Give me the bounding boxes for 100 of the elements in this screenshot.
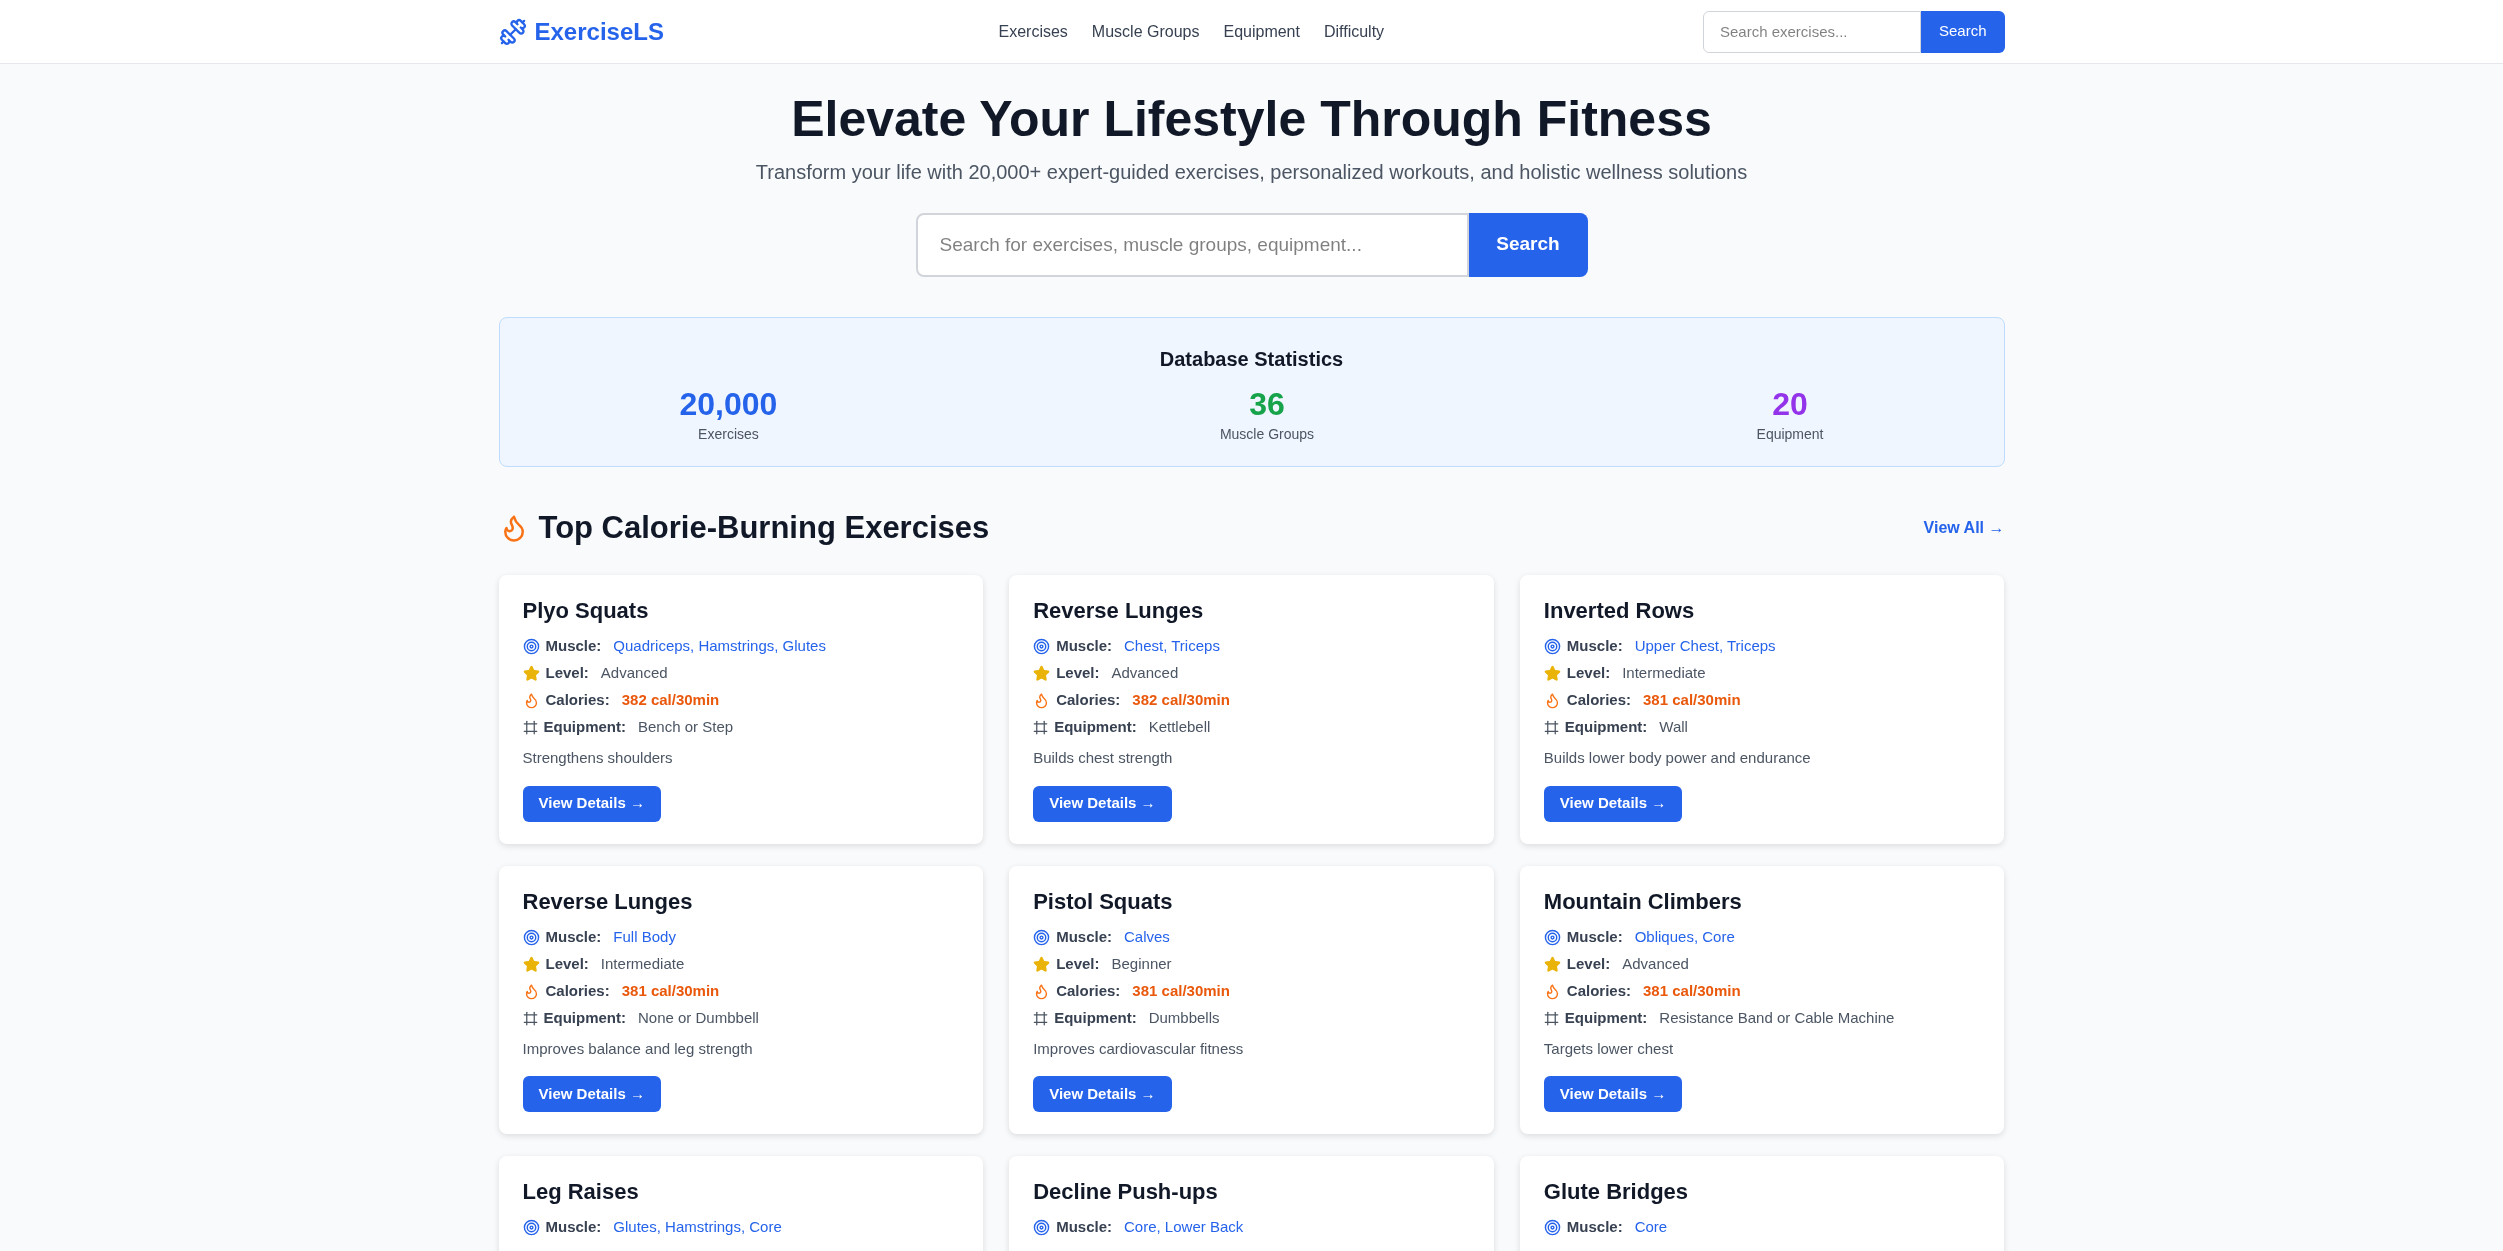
exercise-title: Inverted Rows [1543,597,1696,625]
star-icon [1543,955,1561,973]
stat-value: 20 [1772,384,1808,424]
field-value: Advanced [600,663,668,684]
field-label: Muscle: [1566,926,1623,947]
field-label: Level: [1566,663,1611,684]
nav-link[interactable]: Difficulty [1323,19,1385,44]
target-icon [522,638,540,655]
search-field[interactable]: Search exercises... [1702,10,1921,53]
hero-subtitle: Transform your life with 20,000+ expert-guided exercises, personalized workouts, and holistic wellness solutions [755,159,1748,185]
field-label: Level: [1566,953,1611,974]
search-button[interactable]: Search [1920,10,2005,53]
field-value: Core, Lower Back [1124,1217,1244,1238]
nav-link[interactable]: Exercises [998,19,1068,44]
exercise-title: Reverse Lunges [522,887,694,916]
field-label: Level: [545,953,589,974]
field-value: 381 cal/30min [621,980,720,1001]
exercise-title: Mountain Climbers [1543,887,1743,916]
stat-label: Muscle Groups [1219,424,1315,444]
hero-title: Elevate Your Lifestyle Through Fitness [791,90,1712,149]
exercise-title: Pistol Squats [1033,887,1174,916]
exercise-title: Reverse Lunges [1033,597,1205,625]
field-value: 381 cal/30min [1643,980,1741,1001]
exercise-title: Leg Raises [522,1178,640,1206]
field-value: 381 cal/30min [1643,690,1741,711]
exercise-description: Improves cardiovascular fitness [1033,1038,1245,1059]
field-label: Equipment: [543,717,626,738]
target-icon [1543,638,1561,655]
field-label: Calories: [545,980,610,1001]
nav-link[interactable]: Muscle Groups [1091,19,1200,44]
search-field[interactable]: Search for exercises, muscle groups, equipment... [915,212,1469,277]
dumbbell-icon [498,17,527,46]
field-value: Dumbbells [1148,1007,1220,1028]
field-value: 382 cal/30min [1132,690,1230,711]
field-label: Level: [1056,953,1100,974]
stat-value: 36 [1249,384,1285,424]
field-value: 381 cal/30min [1132,980,1230,1001]
stat-label: Exercises [698,424,759,444]
field-label: Equipment: [1054,1007,1137,1028]
frame-icon [522,1010,538,1026]
field-value: None or Dumbbell [638,1007,759,1028]
star-icon [522,665,540,682]
star-icon [1543,665,1561,682]
view-details-button[interactable]: View Details → [1033,785,1172,822]
field-value: Quadriceps, Hamstrings, Glutes [613,636,826,657]
view-details-button[interactable]: View Details → [522,785,661,822]
view-details-button[interactable]: View Details → [1543,785,1683,822]
exercise-title: Plyo Squats [522,597,650,625]
field-label: Level: [1056,663,1100,684]
field-value: Advanced [1111,663,1179,684]
brand-logo[interactable]: ExerciseLS [534,13,664,50]
field-value: Upper Chest, Triceps [1634,636,1776,657]
field-label: Muscle: [545,926,602,947]
field-value: Core [1634,1217,1668,1238]
view-all-link[interactable]: View All → [1923,515,2005,540]
target-icon [1543,1219,1561,1236]
field-value: Glutes, Hamstrings, Core [613,1217,782,1238]
field-label: Calories: [1566,690,1632,711]
field-label: Muscle: [545,1217,602,1238]
stat-value: 20,000 [679,384,778,424]
field-label: Equipment: [543,1007,626,1028]
star-icon [1033,955,1051,973]
field-label: Muscle: [1056,636,1112,657]
field-label: Equipment: [1564,717,1648,738]
field-value: Beginner [1111,953,1172,974]
field-value: Obliques, Core [1634,926,1735,947]
search-button[interactable]: Search [1468,212,1588,277]
field-label: Calories: [1056,980,1121,1001]
stats-title: Database Statistics [1158,346,1345,372]
stat-label: Equipment [1756,424,1824,444]
view-details-button[interactable]: View Details → [522,1076,661,1112]
target-icon [522,1219,540,1236]
star-icon [1033,665,1051,682]
section-title: Top Calorie-Burning Exercises [538,508,990,547]
field-value: Advanced [1622,953,1689,974]
field-value: Bench or Step [638,717,734,738]
field-value: 382 cal/30min [621,690,720,711]
exercise-title: Glute Bridges [1543,1178,1690,1206]
view-details-button[interactable]: View Details → [1543,1076,1683,1112]
field-value: Chest, Triceps [1124,636,1220,657]
field-value: Calves [1124,926,1170,947]
view-details-button[interactable]: View Details → [1033,1076,1172,1112]
field-label: Level: [545,663,589,684]
exercise-description: Improves balance and leg strength [522,1038,754,1059]
target-icon [522,928,540,946]
field-label: Muscle: [1056,926,1112,947]
target-icon [1033,928,1051,946]
field-label: Calories: [1056,690,1121,711]
field-label: Muscle: [1566,636,1623,657]
field-value: Resistance Band or Cable Machine [1659,1007,1895,1028]
field-label: Calories: [1566,980,1632,1001]
frame-icon [1543,1010,1559,1026]
field-value: Full Body [613,926,676,947]
exercise-description: Targets lower chest [1543,1038,1675,1059]
field-label: Calories: [545,690,610,711]
field-label: Muscle: [545,636,602,657]
frame-icon [1543,720,1559,735]
frame-icon [1033,720,1049,735]
nav-link[interactable]: Equipment [1223,19,1300,44]
exercise-title: Decline Push-ups [1033,1178,1219,1206]
